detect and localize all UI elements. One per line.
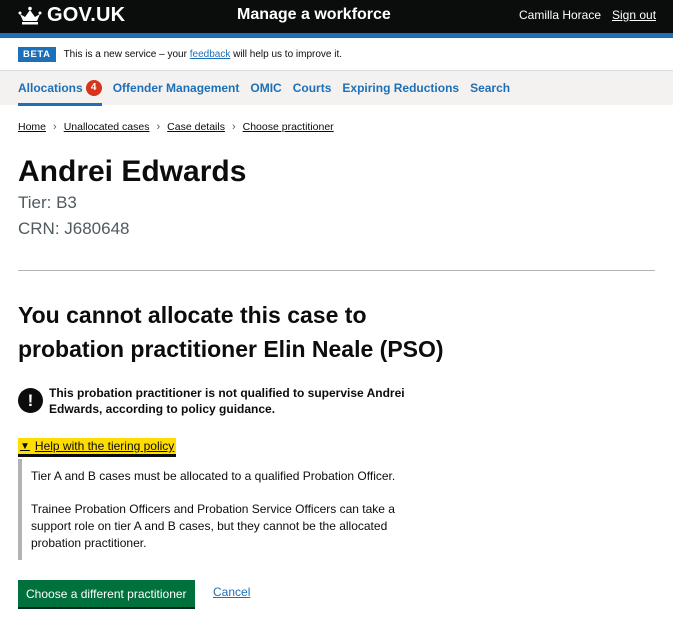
breadcrumb-case-details[interactable]: Case details [167,121,225,133]
breadcrumb-home[interactable]: Home [18,121,46,133]
details-summary-text: Help with the tiering policy [34,439,175,453]
feedback-link[interactable]: feedback [190,49,231,60]
error-heading: You cannot allocate this case to probati… [18,302,444,362]
phase-banner-text: This is a new service – your feedback wi… [64,49,342,60]
cancel-link[interactable]: Cancel [213,585,250,599]
crown-icon [18,6,42,24]
chevron-right-icon: › [231,121,236,133]
case-crn: CRN: J680648 [18,219,130,238]
warning-text: ! This probation practitioner is not qua… [18,385,418,417]
logo-text: GOV.UK [47,4,126,26]
warning-message: This probation practitioner is not quali… [49,386,405,416]
nav-item-expiring-reductions[interactable]: Expiring Reductions [342,81,459,95]
sign-out-link[interactable]: Sign out [612,8,656,22]
breadcrumb: Home › Unallocated cases › Case details … [18,121,334,133]
page-title: Andrei Edwards [18,155,247,188]
case-tier: Tier: B3 [18,193,77,212]
site-header: GOV.UK Manage a workforce Camilla Horace… [0,0,673,33]
nav-item-allocations[interactable]: Allocations 4 [18,80,102,106]
breadcrumb-choose-practitioner[interactable]: Choose practitioner [243,121,334,133]
details-paragraph: Trainee Probation Officers and Probation… [31,502,395,550]
nav-item-courts[interactable]: Courts [293,81,332,95]
chevron-right-icon: › [53,121,57,133]
triangle-down-icon: ▼ [20,440,30,452]
govuk-logo-link[interactable]: GOV.UK [18,4,125,27]
tiering-policy-details-toggle[interactable]: ▼ Help with the tiering policy [18,438,177,454]
choose-different-practitioner-button[interactable]: Choose a different practitioner [18,580,195,607]
phase-text-before: This is a new service – your [63,48,190,60]
nav-item-search[interactable]: Search [470,81,510,95]
chevron-right-icon: › [156,121,161,133]
nav-item-label: Allocations [18,81,83,95]
user-name: Camilla Horace [519,8,602,22]
exclamation-icon: ! [18,388,43,413]
nav-item-offender-management[interactable]: Offender Management [113,81,240,95]
details-paragraph: Tier A and B cases must be allocated to … [31,469,396,483]
beta-tag: BETA [18,46,56,62]
phase-banner: BETA This is a new service – your feedba… [0,38,673,71]
primary-navigation: Allocations 4 Offender Management OMIC C… [0,71,673,106]
nav-item-omic[interactable]: OMIC [250,81,281,95]
service-name[interactable]: Manage a workforce [237,6,391,24]
section-divider [18,270,655,271]
tiering-policy-details-content: Tier A and B cases must be allocated to … [18,459,418,560]
allocations-count-badge: 4 [85,80,102,96]
phase-text-after: will help us to improve it. [230,48,343,60]
breadcrumb-unallocated-cases[interactable]: Unallocated cases [64,121,150,133]
